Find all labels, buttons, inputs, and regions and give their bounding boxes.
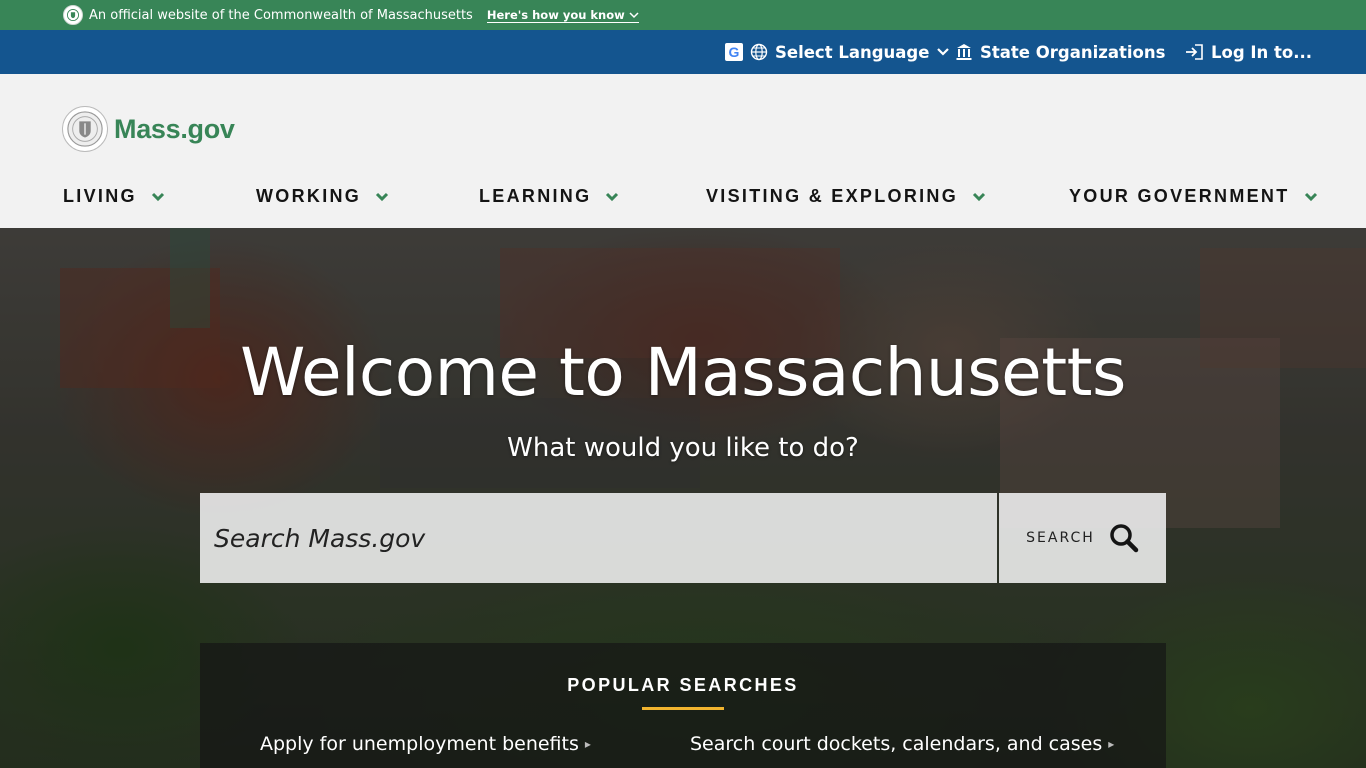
popular-link-label: Search court dockets, calendars, and cas…	[690, 733, 1103, 755]
chevron-down-icon	[937, 48, 950, 56]
utility-bar: G Select Language State Organizations Lo…	[0, 30, 1366, 74]
hero-banner: Welcome to Massachusetts What would you …	[0, 228, 1366, 768]
nav-your-government[interactable]: YOUR GOVERNMENT	[1069, 186, 1318, 207]
popular-link-unemployment[interactable]: Apply for unemployment benefits ▸	[260, 733, 591, 755]
search-input[interactable]: Search Mass.gov	[200, 493, 997, 583]
language-label: Select Language	[775, 42, 930, 62]
chevron-down-icon	[1304, 192, 1317, 201]
nav-working-label: WORKING	[256, 186, 362, 206]
state-organizations-link[interactable]: State Organizations	[955, 30, 1165, 74]
search-button-label: SEARCH	[1026, 530, 1095, 546]
search-button[interactable]: SEARCH	[999, 493, 1166, 583]
popular-link-court-dockets[interactable]: Search court dockets, calendars, and cas…	[690, 733, 1114, 755]
hero-title: Welcome to Massachusetts	[240, 334, 1126, 411]
login-link[interactable]: Log In to...	[1184, 30, 1312, 74]
nav-living-label: LIVING	[63, 186, 137, 206]
site-header: Mass.gov LIVING WORKING LEARNING VISITIN…	[0, 74, 1366, 228]
chevron-down-icon	[376, 192, 389, 201]
chevron-down-icon	[629, 11, 639, 18]
chevron-down-icon	[606, 192, 619, 201]
nav-living[interactable]: LIVING	[63, 186, 165, 207]
home-logo-link[interactable]: Mass.gov	[62, 106, 235, 152]
how-you-know-label: Here's how you know	[486, 7, 625, 22]
nav-visiting-exploring[interactable]: VISITING & EXPLORING	[706, 186, 986, 207]
hero-subtitle: What would you like to do?	[507, 433, 859, 463]
nav-visiting-label: VISITING & EXPLORING	[706, 186, 959, 206]
popular-searches-panel: POPULAR SEARCHES Apply for unemployment …	[200, 643, 1166, 768]
state-seal-icon	[63, 5, 83, 25]
google-translate-icon: G	[725, 43, 743, 61]
nav-learning-label: LEARNING	[479, 186, 592, 206]
brand-name: Mass.gov	[114, 113, 235, 144]
nav-working[interactable]: WORKING	[256, 186, 389, 207]
language-selector[interactable]: G Select Language	[725, 30, 950, 74]
official-text: An official website of the Commonwealth …	[89, 7, 473, 23]
state-organizations-label: State Organizations	[980, 42, 1166, 62]
how-you-know-link[interactable]: Here's how you know	[486, 7, 639, 23]
nav-government-label: YOUR GOVERNMENT	[1069, 186, 1290, 206]
nav-learning[interactable]: LEARNING	[479, 186, 619, 207]
login-icon	[1186, 44, 1203, 60]
chevron-down-icon	[151, 192, 164, 201]
official-banner: An official website of the Commonwealth …	[0, 0, 1366, 30]
arrow-right-icon: ▸	[1108, 737, 1115, 751]
chevron-down-icon	[972, 192, 986, 201]
search-icon	[1110, 524, 1139, 553]
title-underline	[642, 707, 724, 710]
login-label: Log In to...	[1211, 42, 1313, 62]
popular-searches-title: POPULAR SEARCHES	[567, 675, 799, 695]
building-icon	[956, 44, 972, 60]
massachusetts-seal-icon	[62, 106, 108, 152]
popular-link-label: Apply for unemployment benefits	[260, 733, 579, 755]
globe-icon	[750, 43, 768, 61]
arrow-right-icon: ▸	[584, 737, 591, 751]
